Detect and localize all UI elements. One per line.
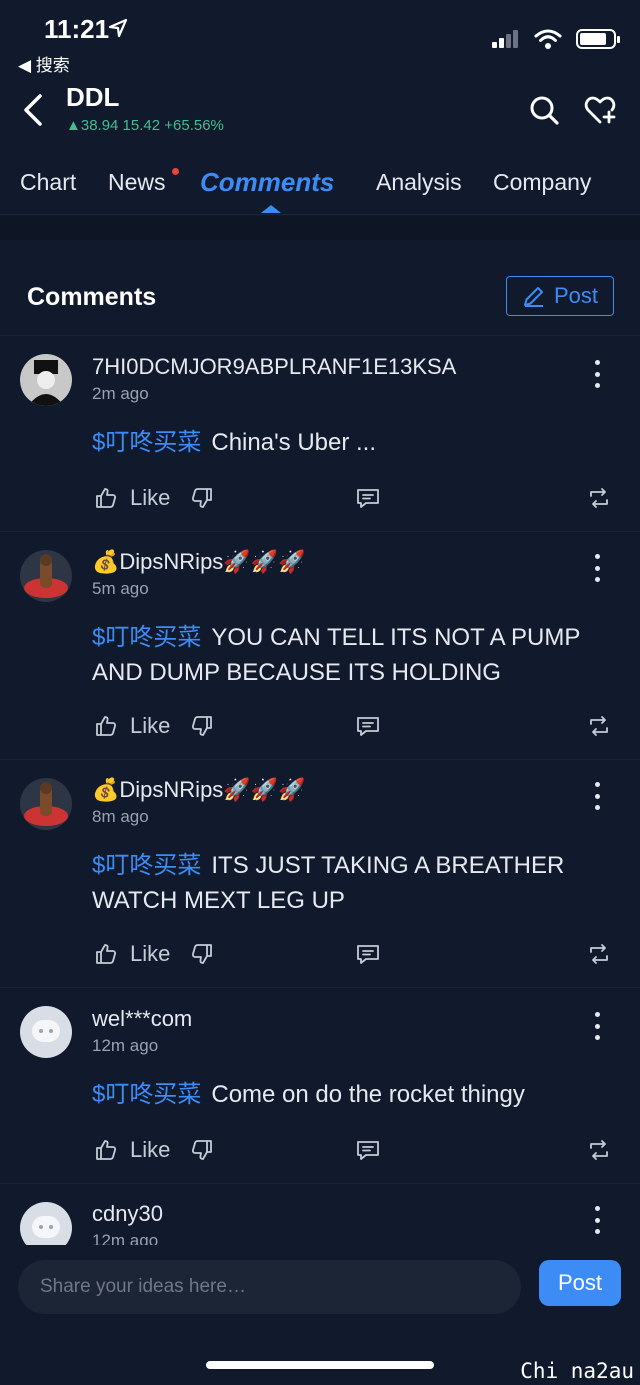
timestamp: 8m ago — [92, 807, 149, 826]
thumbs-down-icon[interactable] — [190, 483, 214, 513]
timestamp: 12m ago — [92, 1231, 159, 1246]
username[interactable]: wel***com — [92, 1006, 192, 1032]
search-icon[interactable] — [528, 94, 560, 126]
comment-body: $叮咚买菜 ITS JUST TAKING A BREATHER WATCH ME… — [92, 848, 602, 918]
like-button[interactable]: Like — [94, 939, 170, 969]
timestamp: 2m ago — [92, 384, 149, 403]
comment-item: cdny30 12m ago — [0, 1184, 640, 1246]
comment-actions: Like — [0, 483, 640, 513]
like-button[interactable]: Like — [94, 1135, 170, 1165]
username[interactable]: cdny30 — [92, 1201, 163, 1227]
thumbs-up-icon — [96, 944, 117, 964]
comment-text: China's Uber ... — [211, 429, 377, 456]
avatar[interactable] — [20, 550, 72, 602]
thumbs-down-icon[interactable] — [190, 711, 214, 741]
repost-icon[interactable] — [587, 1135, 611, 1165]
back-to-app-link[interactable]: ◀ 搜索 — [18, 51, 70, 76]
comment-actions: Like — [0, 1135, 640, 1165]
comment-text: Come on do the rocket thingy — [211, 1081, 525, 1108]
stock-tag-link[interactable]: $叮咚买菜 — [92, 624, 201, 651]
repost-icon[interactable] — [587, 939, 611, 969]
comment-item: 7HI0DCMJOR9ABPLRANF1E13KSA 2m ago $叮咚买菜 C… — [0, 336, 640, 532]
location-arrow-icon — [108, 18, 128, 38]
like-label: Like — [130, 941, 171, 966]
comments-header: Comments Post — [0, 240, 640, 336]
reply-comment-icon[interactable] — [355, 1135, 381, 1165]
section-divider — [0, 216, 640, 240]
reply-comment-icon[interactable] — [355, 483, 381, 513]
stock-tag-link[interactable]: $叮咚买菜 — [92, 429, 201, 456]
status-icons — [492, 28, 620, 50]
timestamp: 5m ago — [92, 579, 149, 598]
post-button[interactable]: Post — [539, 1260, 621, 1306]
status-bar: 11:21 ◀ 搜索 — [0, 0, 640, 80]
thumbs-up-icon — [96, 1140, 117, 1160]
battery-icon — [576, 29, 620, 49]
avatar[interactable] — [20, 778, 72, 830]
watermark: Chi na2au — [520, 1359, 634, 1383]
comment-item: 💰DipsNRips🚀🚀🚀 5m ago $叮咚买菜 YOU CAN TELL I… — [0, 532, 640, 760]
post-label: Post — [553, 283, 599, 308]
news-notification-dot — [172, 168, 179, 175]
cellular-signal-icon — [492, 30, 518, 48]
thumbs-down-icon[interactable] — [190, 1135, 214, 1165]
username[interactable]: 7HI0DCMJOR9ABPLRANF1E13KSA — [92, 354, 456, 380]
username[interactable]: 💰DipsNRips🚀🚀🚀 — [92, 777, 305, 803]
repost-icon[interactable] — [587, 711, 611, 741]
clock: 11:21 — [44, 14, 110, 44]
tab-comments[interactable]: Comments — [200, 167, 334, 198]
tab-company[interactable]: Company — [493, 169, 591, 196]
more-options-icon[interactable] — [588, 1206, 606, 1234]
pencil-icon — [523, 287, 543, 307]
composer-bar: Post Chi na2au — [0, 1245, 640, 1385]
tab-analysis[interactable]: Analysis — [376, 169, 462, 196]
active-tab-indicator — [261, 205, 281, 213]
more-options-icon[interactable] — [588, 1012, 606, 1040]
comment-body: $叮咚买菜 Come on do the rocket thingy — [92, 1077, 602, 1112]
avatar[interactable] — [20, 1006, 72, 1058]
thumbs-up-icon — [96, 488, 117, 508]
add-watchlist-heart-icon[interactable] — [584, 94, 616, 126]
like-label: Like — [130, 713, 171, 738]
like-button[interactable]: Like — [94, 711, 170, 741]
comment-item: wel***com 12m ago $叮咚买菜 Come on do the ro… — [0, 988, 640, 1184]
comments-title: Comments — [27, 283, 157, 311]
wifi-icon — [534, 29, 562, 49]
ticker-symbol: DDL — [66, 82, 120, 112]
stock-tag-link[interactable]: $叮咚买菜 — [92, 852, 201, 879]
tab-chart[interactable]: Chart — [20, 169, 76, 196]
like-button[interactable]: Like — [94, 483, 170, 513]
avatar[interactable] — [20, 1202, 72, 1246]
price-quote: ▲38.94 15.42 +65.56% — [66, 117, 224, 134]
reply-comment-icon[interactable] — [355, 711, 381, 741]
stock-header: DDL ▲38.94 15.42 +65.56% — [0, 80, 640, 150]
thumbs-up-icon — [96, 716, 117, 736]
share-ideas-input[interactable] — [18, 1260, 521, 1314]
thumbs-down-icon[interactable] — [190, 939, 214, 969]
repost-icon[interactable] — [587, 483, 611, 513]
more-options-icon[interactable] — [588, 782, 606, 810]
timestamp: 12m ago — [92, 1036, 159, 1055]
comment-body: $叮咚买菜 YOU CAN TELL ITS NOT A PUMP AND DUM… — [92, 620, 602, 690]
reply-comment-icon[interactable] — [355, 939, 381, 969]
tab-bar: Chart News Comments Analysis Company — [0, 155, 640, 215]
stock-tag-link[interactable]: $叮咚买菜 — [92, 1081, 201, 1108]
comment-item: 💰DipsNRips🚀🚀🚀 8m ago $叮咚买菜 ITS JUST TAKIN… — [0, 760, 640, 988]
post-button-outline[interactable]: Post — [506, 276, 614, 316]
comment-body: $叮咚买菜 China's Uber ... — [92, 425, 602, 460]
more-options-icon[interactable] — [588, 360, 606, 388]
home-indicator[interactable] — [206, 1361, 434, 1369]
tab-news[interactable]: News — [108, 169, 166, 196]
like-label: Like — [130, 485, 171, 510]
back-chevron-icon[interactable] — [20, 90, 50, 130]
avatar[interactable] — [20, 354, 72, 406]
comment-actions: Like — [0, 711, 640, 741]
username[interactable]: 💰DipsNRips🚀🚀🚀 — [92, 549, 305, 575]
like-label: Like — [130, 1137, 171, 1162]
comment-actions: Like — [0, 939, 640, 969]
more-options-icon[interactable] — [588, 554, 606, 582]
